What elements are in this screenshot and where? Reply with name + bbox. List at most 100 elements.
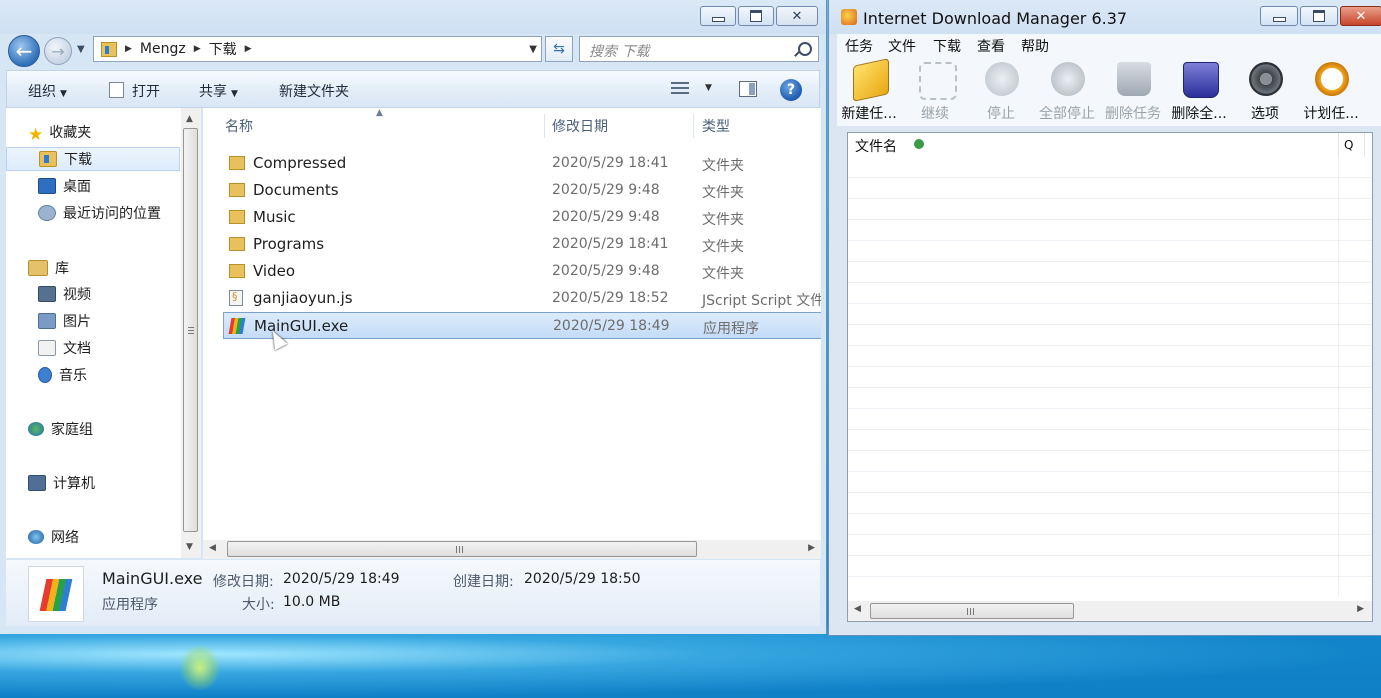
explorer-titlebar[interactable]: ✕ — [0, 0, 826, 34]
nav-pictures[interactable]: 图片 — [38, 309, 91, 333]
chevron-right-icon[interactable]: ▶ — [194, 44, 201, 54]
scrollbar-thumb[interactable] — [227, 541, 697, 557]
file-row[interactable]: ganjiaoyun.js 2020/5/29 18:52 JScript Sc… — [223, 285, 821, 312]
toolbar-label: 选项 — [1251, 106, 1279, 122]
column-header-q[interactable]: Q — [1344, 138, 1353, 152]
open-button[interactable]: 打开 — [109, 81, 160, 101]
new-folder-button[interactable]: 新建文件夹 — [279, 81, 349, 101]
nav-libraries[interactable]: 库 — [28, 256, 69, 280]
close-button[interactable]: ✕ — [776, 6, 818, 26]
address-bar[interactable]: ▶ Mengz ▶ 下载 ▶ ▼ — [93, 36, 542, 62]
toolbar-label: 继续 — [921, 106, 949, 122]
column-header-date[interactable]: 修改日期 — [552, 108, 608, 143]
idm-close-button[interactable]: ✕ — [1340, 6, 1381, 26]
nav-documents[interactable]: 文档 — [38, 336, 91, 360]
file-row[interactable]: Documents 2020/5/29 9:48 文件夹 — [223, 177, 821, 204]
folder-icon — [229, 210, 245, 224]
menu-view[interactable]: 查看 — [977, 36, 1005, 56]
recent-pages-dropdown[interactable]: ▼ — [77, 44, 85, 55]
chevron-right-icon[interactable]: ▶ — [125, 44, 132, 54]
column-divider[interactable] — [1364, 133, 1365, 157]
file-row-selected[interactable]: MainGUI.exe 2020/5/29 18:49 应用程序 — [223, 312, 821, 339]
organize-button[interactable]: 组织 ▼ — [28, 81, 67, 101]
scroll-right-icon[interactable]: ▶ — [1357, 604, 1364, 614]
idm-minimize-button[interactable] — [1260, 6, 1298, 26]
file-row[interactable]: Programs 2020/5/29 18:41 文件夹 — [223, 231, 821, 258]
command-bar: 组织 ▼ 打开 共享 ▼ 新建文件夹 ▼ ? — [6, 70, 820, 108]
nav-pane-scrollbar[interactable]: ▲ ▼ — [181, 108, 201, 558]
scheduler-button[interactable]: 计划任... — [1299, 56, 1363, 126]
scroll-right-icon[interactable]: ▶ — [808, 543, 815, 553]
column-header-filename[interactable]: 文件名 — [855, 136, 897, 156]
scroll-down-icon[interactable]: ▼ — [186, 542, 193, 552]
nav-recent[interactable]: 最近访问的位置 — [38, 201, 161, 225]
delete-task-button[interactable]: 删除任务 — [1101, 56, 1165, 126]
download-list[interactable]: 文件名 Q ◀ ▶ — [847, 132, 1373, 622]
details-pane: MainGUI.exe 修改日期: 2020/5/29 18:49 创建日期: … — [6, 560, 820, 626]
toolbar-label: 删除任务 — [1105, 106, 1161, 122]
download-list-rows[interactable] — [848, 157, 1372, 597]
stop-all-button[interactable]: 全部停止 — [1035, 56, 1099, 126]
file-type: 文件夹 — [702, 185, 744, 201]
nav-downloads[interactable]: 下载 — [6, 147, 180, 171]
breadcrumb-downloads[interactable]: 下载 — [209, 39, 237, 59]
idm-maximize-button[interactable] — [1300, 6, 1338, 26]
file-row[interactable]: Video 2020/5/29 9:48 文件夹 — [223, 258, 821, 285]
resume-button[interactable]: 继续 — [903, 56, 967, 126]
refresh-button[interactable]: ⇆ — [545, 36, 573, 62]
back-button[interactable]: ← — [8, 35, 40, 67]
maximize-button[interactable] — [738, 6, 774, 26]
column-divider[interactable] — [693, 114, 694, 138]
chevron-right-icon[interactable]: ▶ — [245, 44, 252, 54]
resume-icon — [919, 62, 957, 100]
file-name: Documents — [253, 181, 339, 199]
nav-desktop[interactable]: 桌面 — [38, 174, 91, 198]
file-date: 2020/5/29 18:41 — [552, 236, 669, 252]
help-icon[interactable]: ? — [780, 79, 802, 101]
details-created-value: 2020/5/29 18:50 — [524, 571, 641, 587]
column-header-name[interactable]: 名称 — [225, 108, 253, 143]
nav-videos[interactable]: 视频 — [38, 282, 91, 306]
scrollbar-thumb[interactable] — [870, 603, 1074, 619]
scroll-left-icon[interactable]: ◀ — [854, 604, 861, 614]
scroll-left-icon[interactable]: ◀ — [209, 543, 216, 553]
minimize-button[interactable] — [700, 6, 736, 26]
search-input[interactable]: 搜索 下载 — [579, 36, 819, 62]
file-row[interactable]: Music 2020/5/29 9:48 文件夹 — [223, 204, 821, 231]
forward-button[interactable]: → — [44, 37, 72, 65]
menu-tasks[interactable]: 任务 — [845, 36, 873, 56]
download-list-header: 文件名 Q — [848, 133, 1372, 158]
file-row[interactable]: Compressed 2020/5/29 18:41 文件夹 — [223, 150, 821, 177]
share-button[interactable]: 共享 ▼ — [199, 81, 238, 101]
sort-indicator-icon — [914, 139, 924, 149]
maximize-icon — [750, 10, 762, 22]
search-icon[interactable] — [798, 42, 812, 56]
download-list-hscrollbar[interactable]: ◀ ▶ — [848, 601, 1372, 621]
column-header-type[interactable]: 类型 — [702, 108, 730, 143]
options-button[interactable]: 选项 — [1233, 56, 1297, 126]
preview-pane-icon[interactable] — [739, 81, 757, 97]
view-dropdown-icon[interactable]: ▼ — [705, 83, 712, 93]
address-dropdown-icon[interactable]: ▼ — [529, 44, 537, 55]
menu-download[interactable]: 下载 — [933, 36, 961, 56]
delete-all-button[interactable]: 删除全... — [1167, 56, 1231, 126]
nav-music[interactable]: 音乐 — [38, 363, 87, 387]
nav-favorites[interactable]: ★ 收藏夹 — [28, 120, 91, 145]
nav-homegroup[interactable]: 家庭组 — [28, 417, 93, 441]
menu-file[interactable]: 文件 — [888, 36, 916, 56]
stop-button[interactable]: 停止 — [969, 56, 1033, 126]
new-task-button[interactable]: 新建任... — [837, 56, 901, 126]
scroll-up-icon[interactable]: ▲ — [186, 114, 193, 124]
idm-titlebar[interactable]: Internet Download Manager 6.37 ✕ — [829, 0, 1381, 34]
view-options-icon[interactable] — [671, 82, 689, 96]
computer-icon — [28, 475, 46, 491]
menu-help[interactable]: 帮助 — [1021, 36, 1049, 56]
open-label: 打开 — [132, 84, 160, 100]
scrollbar-thumb[interactable] — [183, 128, 198, 532]
nav-computer[interactable]: 计算机 — [28, 471, 95, 495]
nav-network[interactable]: 网络 — [28, 525, 79, 549]
breadcrumb-user[interactable]: Mengz — [140, 41, 186, 57]
file-list-hscrollbar[interactable]: ◀ ▶ — [203, 540, 821, 559]
column-divider[interactable] — [1338, 133, 1339, 157]
column-divider[interactable] — [544, 114, 545, 138]
